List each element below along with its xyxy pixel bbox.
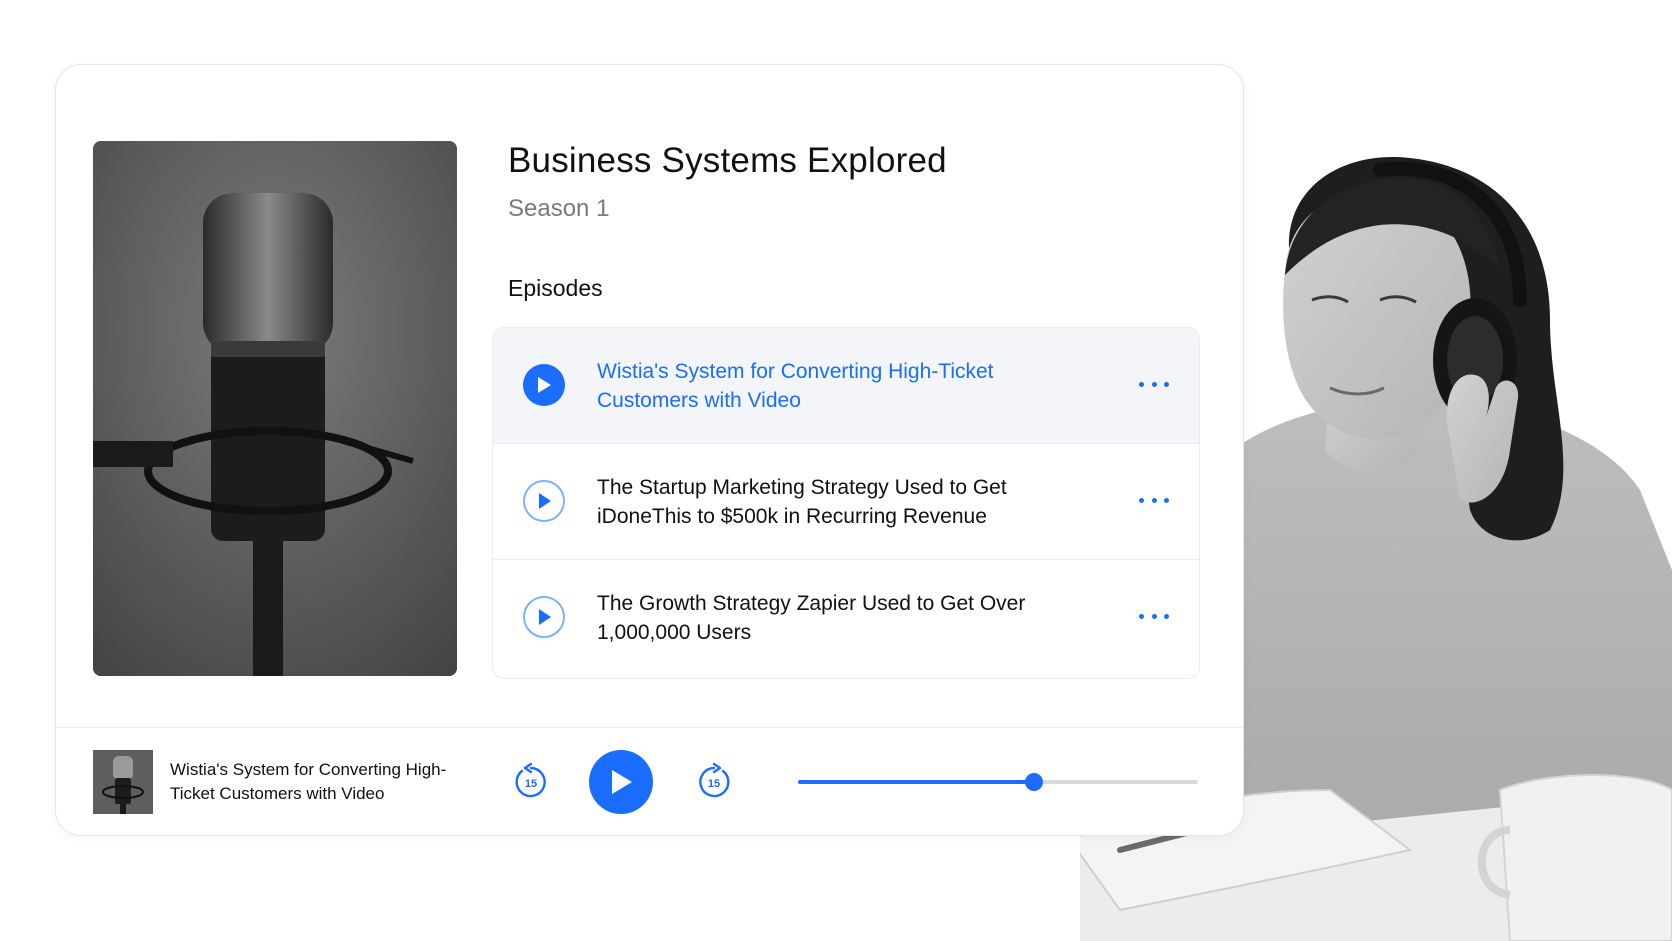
episode-title[interactable]: Wistia's System for Converting High-Tick… [597,357,1037,415]
main-play-button[interactable] [589,750,653,814]
season-label: Season 1 [508,195,610,222]
play-icon[interactable] [523,596,565,638]
episode-row[interactable]: The Growth Strategy Zapier Used to Get O… [493,560,1199,678]
skip-forward-seconds: 15 [708,778,720,790]
episodes-heading: Episodes [508,275,603,301]
more-horizontal-icon[interactable] [1139,490,1169,510]
play-icon[interactable] [523,480,565,522]
show-title: Business Systems Explored [508,141,947,180]
episode-row[interactable]: Wistia's System for Converting High-Tick… [493,328,1199,444]
podcast-player-card: Business Systems Explored Season 1 Episo… [55,64,1244,836]
page: Business Systems Explored Season 1 Episo… [0,0,1672,941]
episode-title[interactable]: The Startup Marketing Strategy Used to G… [597,473,1037,531]
progress-slider[interactable] [798,773,1198,791]
skip-back-seconds: 15 [525,778,537,790]
rewind-15-icon[interactable]: 15 [511,762,551,802]
now-playing-thumbnail [93,750,153,814]
forward-15-icon[interactable]: 15 [694,762,734,802]
episode-row[interactable]: The Startup Marketing Strategy Used to G… [493,444,1199,560]
more-horizontal-icon[interactable] [1139,374,1169,394]
progress-fill [798,780,1034,784]
play-icon[interactable] [523,364,565,406]
episode-title[interactable]: The Growth Strategy Zapier Used to Get O… [597,589,1037,647]
podcast-cover-image [93,141,457,676]
more-horizontal-icon[interactable] [1139,606,1169,626]
now-playing-title: Wistia's System for Converting High-Tick… [170,760,447,803]
progress-knob[interactable] [1025,773,1043,791]
now-playing-bar: Wistia's System for Converting High-Tick… [56,727,1243,835]
episode-list: Wistia's System for Converting High-Tick… [492,327,1200,679]
